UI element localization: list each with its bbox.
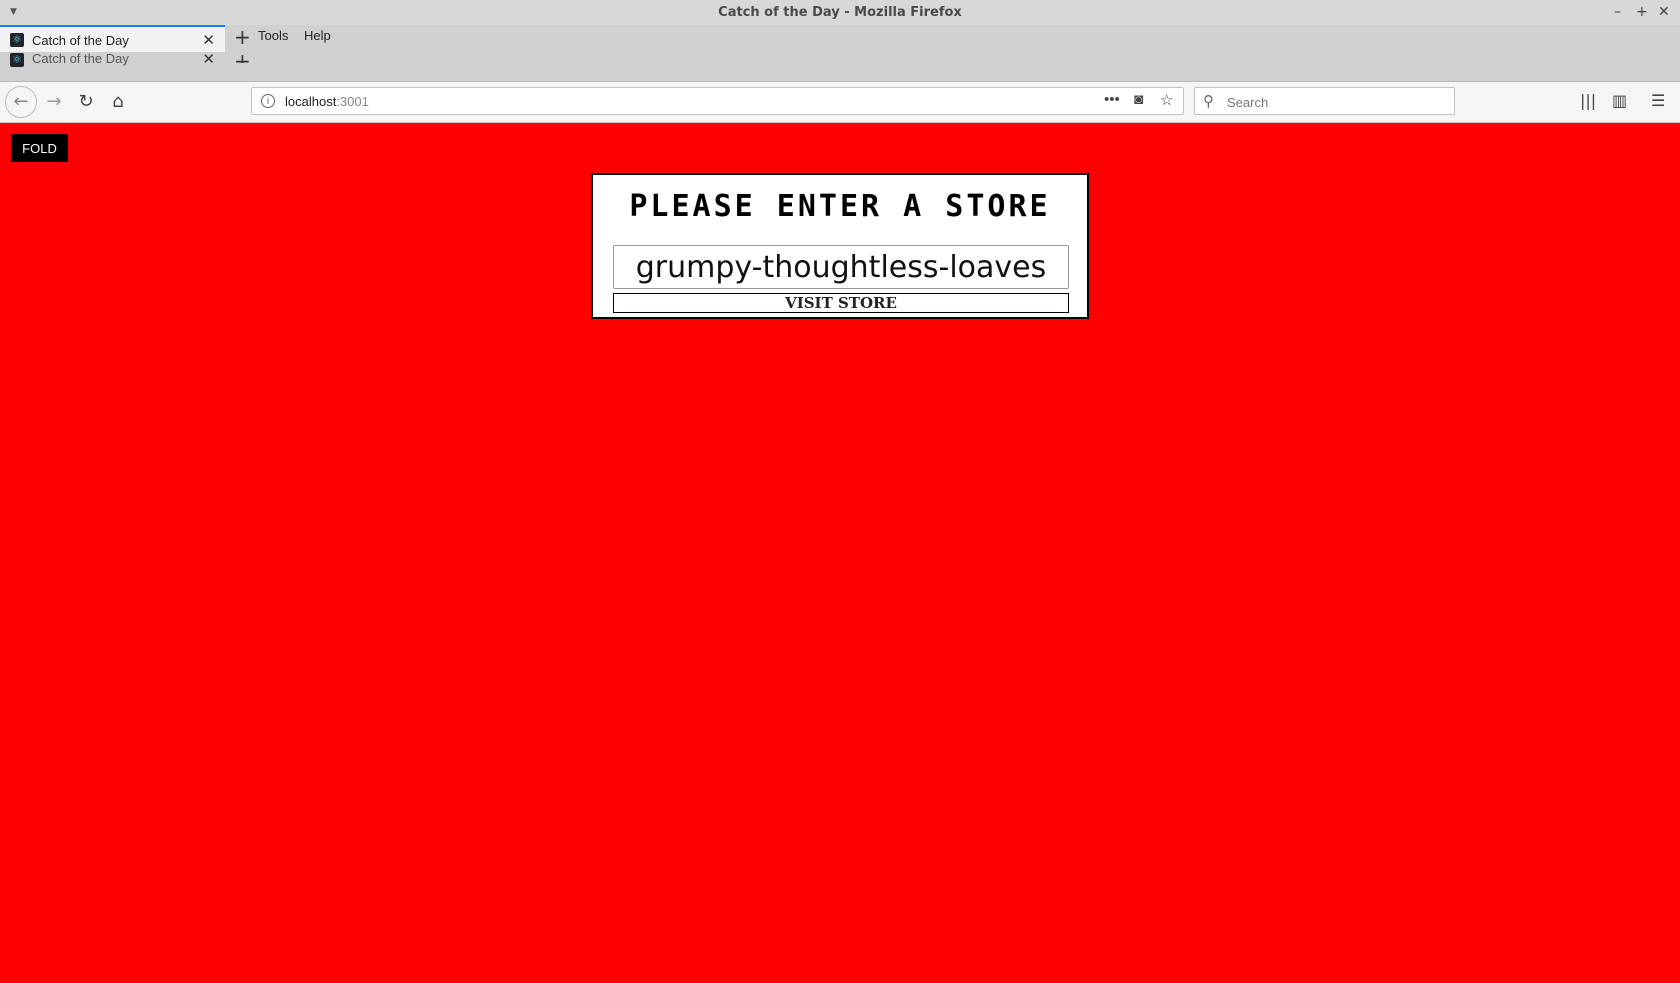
search-bar[interactable]: ⚲ <box>1194 87 1455 115</box>
close-tab-icon[interactable]: ✕ <box>202 31 215 49</box>
minimize-icon[interactable]: – <box>1614 0 1621 25</box>
visit-store-button[interactable]: VISIT STORE <box>613 293 1069 313</box>
back-arrow-icon[interactable]: ← <box>5 86 37 118</box>
menu-tools[interactable]: Tools <box>258 28 288 43</box>
url-text[interactable]: localhost:3001 <box>285 94 369 109</box>
window-title: Catch of the Day - Mozilla Firefox <box>718 5 962 20</box>
window-titlebar: ▼ Catch of the Day - Mozilla Firefox – +… <box>0 0 1680 25</box>
sidebar-icon[interactable]: ▥ <box>1612 91 1627 110</box>
page-actions-icon[interactable]: ••• <box>1104 91 1120 108</box>
navigation-toolbar: ← → ↻ ⌂ i localhost:3001 ••• ◙ ☆ ⚲ ||| ▥… <box>0 82 1680 123</box>
info-icon[interactable]: i <box>261 94 275 108</box>
bookmark-star-icon[interactable]: ☆ <box>1160 91 1173 109</box>
close-window-icon[interactable]: ✕ <box>1658 0 1670 25</box>
search-input[interactable] <box>1225 92 1449 112</box>
forward-arrow-icon[interactable]: → <box>40 88 68 116</box>
pocket-icon[interactable]: ◙ <box>1134 91 1143 108</box>
store-heading: Please Enter A Store <box>629 189 1051 224</box>
home-icon[interactable]: ⌂ <box>104 88 132 116</box>
window-menu-icon[interactable]: ▼ <box>10 0 17 25</box>
browser-window: ▼ Catch of the Day - Mozilla Firefox – +… <box>0 0 1680 983</box>
tab-strip: ⚛ Catch of the Day ✕ + Tools Help ⚛ Catc… <box>0 25 1680 82</box>
maximize-icon[interactable]: + <box>1636 0 1648 25</box>
reload-icon[interactable]: ↻ <box>72 88 100 116</box>
tab-title: Catch of the Day <box>32 53 129 66</box>
tab-catch-of-the-day[interactable]: ⚛ Catch of the Day ✕ <box>0 25 225 52</box>
new-tab-icon: + <box>234 49 251 63</box>
hamburger-menu-icon[interactable]: ☰ <box>1651 91 1665 110</box>
fold-button[interactable]: FOLD <box>11 134 68 162</box>
store-name-input[interactable] <box>613 245 1069 289</box>
library-icon[interactable]: ||| <box>1580 91 1596 110</box>
store-selector-form: Please Enter A Store VISIT STORE <box>591 173 1089 319</box>
page-content: FOLD Please Enter A Store VISIT STORE <box>0 123 1680 983</box>
tab-title: Catch of the Day <box>32 33 129 48</box>
tab-ghost: ⚛ Catch of the Day ✕ <box>0 53 225 75</box>
url-bar[interactable]: i localhost:3001 ••• ◙ ☆ <box>251 87 1184 115</box>
new-tab-icon[interactable]: + <box>234 25 251 49</box>
close-tab-icon: ✕ <box>202 53 215 68</box>
menu-help[interactable]: Help <box>304 28 331 43</box>
search-icon: ⚲ <box>1203 92 1214 110</box>
react-atom-icon: ⚛ <box>10 53 24 67</box>
react-atom-icon: ⚛ <box>10 33 24 47</box>
